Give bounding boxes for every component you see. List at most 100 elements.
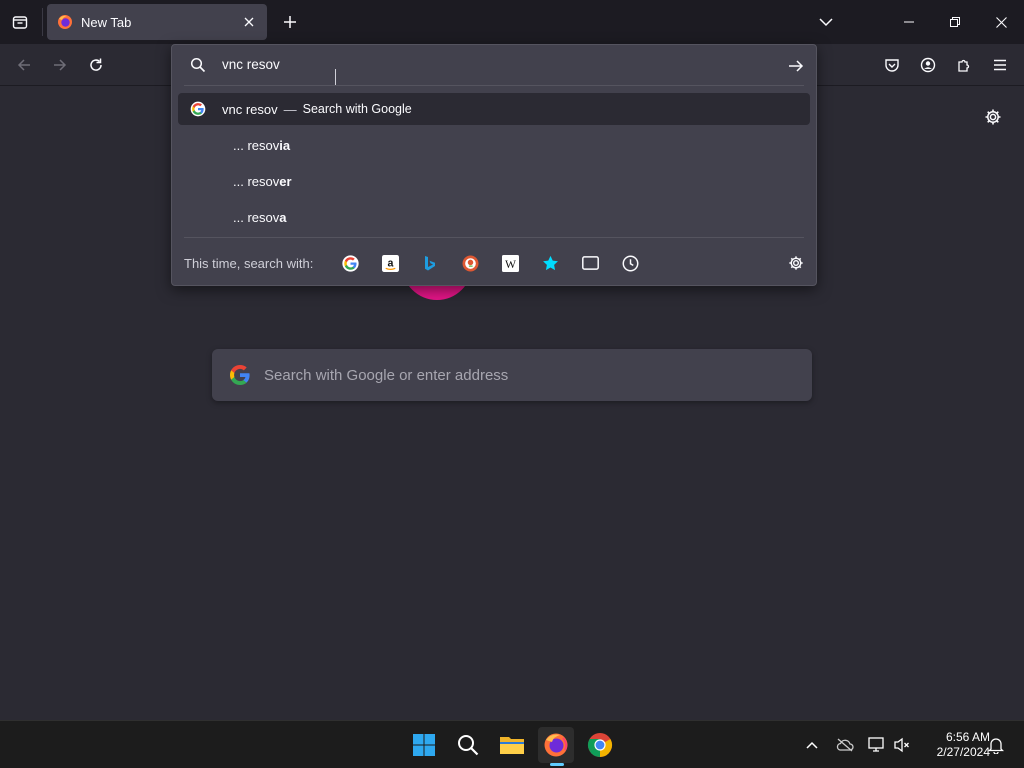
close-window-button[interactable] — [978, 0, 1024, 44]
suggestion-prefix: ... resov — [233, 173, 280, 189]
firefox-taskbar-button[interactable] — [538, 727, 574, 763]
account-button[interactable] — [912, 49, 944, 81]
one-off-search-bar: This time, search with: a W — [172, 245, 816, 281]
result-separator: — — [283, 101, 297, 117]
cloud-offline-icon — [836, 738, 854, 752]
bookmarks-search-button[interactable] — [540, 253, 560, 273]
gear-icon — [789, 256, 803, 270]
suggestion-completion: er — [279, 173, 292, 189]
back-button[interactable] — [8, 49, 40, 81]
search-result-google[interactable]: vnc resov — Search with Google — [178, 93, 810, 125]
bell-icon — [988, 737, 1004, 754]
search-placeholder: Search with Google or enter address — [264, 366, 509, 384]
tab-bar: New Tab — [0, 0, 1024, 44]
clock-time: 6:56 AM — [945, 730, 990, 744]
go-button[interactable] — [784, 55, 808, 77]
urlbar-input-row[interactable]: vnc resov — [172, 45, 816, 85]
account-icon — [920, 57, 936, 73]
amazon-icon: a — [381, 254, 399, 272]
search-suggestion[interactable]: ... resovia — [178, 129, 810, 161]
firefox-view-icon — [12, 16, 28, 29]
windows-start-icon — [413, 734, 435, 756]
minimize-icon — [904, 21, 914, 23]
reload-button[interactable] — [80, 49, 112, 81]
search-settings-button[interactable] — [786, 253, 806, 273]
svg-text:W: W — [504, 257, 515, 270]
google-icon — [341, 254, 359, 272]
forward-button[interactable] — [44, 49, 76, 81]
suggestion-text: ... resovia — [233, 138, 290, 153]
arrow-left-icon — [17, 59, 30, 71]
engine-amazon-button[interactable]: a — [380, 253, 400, 273]
engine-bing-button[interactable] — [420, 253, 440, 273]
file-explorer-icon — [500, 737, 524, 754]
minimize-button[interactable] — [886, 0, 932, 44]
suggestion-text: ... resova — [233, 210, 286, 225]
engine-google-button[interactable] — [340, 253, 360, 273]
chrome-icon — [587, 733, 613, 757]
volume-muted-icon — [894, 737, 909, 753]
extensions-button[interactable] — [948, 49, 980, 81]
arrow-right-icon — [789, 60, 804, 72]
list-all-tabs-button[interactable] — [810, 6, 842, 38]
history-search-button[interactable] — [620, 253, 640, 273]
bing-icon — [425, 255, 435, 270]
suggestion-text: ... resover — [233, 174, 292, 189]
reload-icon — [90, 58, 102, 71]
plus-icon — [284, 16, 296, 28]
suggestion-prefix: ... resov — [233, 137, 280, 153]
windows-taskbar: 6:56 AM 2/27/2024 — [0, 720, 1024, 768]
search-suggestion[interactable]: ... resover — [178, 165, 810, 197]
app-menu-button[interactable] — [984, 49, 1016, 81]
taskbar-search-button[interactable] — [450, 727, 486, 763]
divider — [184, 237, 804, 238]
firefox-view-button[interactable] — [0, 0, 40, 44]
tab-divider — [42, 8, 43, 36]
pocket-button[interactable] — [876, 49, 908, 81]
engine-duckduckgo-button[interactable] — [460, 253, 480, 273]
show-hidden-icons-button[interactable] — [802, 735, 822, 755]
tab-new-tab[interactable]: New Tab — [47, 4, 267, 40]
notifications-button[interactable] — [986, 735, 1006, 755]
google-icon — [230, 365, 250, 385]
newtab-search-box[interactable]: Search with Google or enter address — [212, 349, 812, 401]
taskbar-clock[interactable]: 6:56 AM 2/27/2024 — [918, 730, 990, 760]
divider — [184, 85, 804, 86]
network-icon — [868, 737, 884, 752]
hamburger-menu-icon — [994, 59, 1006, 71]
chrome-taskbar-button[interactable] — [582, 727, 618, 763]
arrow-right-icon — [54, 59, 67, 71]
urlbar-popup: vnc resov vnc resov — Search with Google… — [171, 44, 817, 286]
search-icon — [458, 735, 479, 756]
urlbar-input[interactable]: vnc resov — [222, 57, 280, 72]
svg-text:a: a — [387, 257, 393, 269]
tabs-search-button[interactable] — [580, 253, 600, 273]
close-icon — [995, 16, 1007, 28]
result-action: Search with Google — [302, 102, 412, 116]
volume-tray-button[interactable] — [892, 735, 912, 755]
suggestion-completion: a — [279, 209, 287, 225]
puzzle-icon — [958, 59, 970, 72]
network-tray-button[interactable] — [867, 735, 887, 755]
result-query: vnc resov — [222, 101, 278, 117]
pocket-icon — [885, 59, 899, 72]
newtab-settings-button[interactable] — [980, 104, 1006, 130]
close-tab-button[interactable] — [241, 14, 257, 30]
star-icon — [542, 255, 558, 270]
restore-button[interactable] — [932, 0, 978, 44]
one-off-label: This time, search with: — [184, 256, 314, 271]
tab-title: New Tab — [81, 14, 132, 30]
start-button[interactable] — [406, 727, 442, 763]
search-icon — [190, 57, 206, 73]
engine-wikipedia-button[interactable]: W — [500, 253, 520, 273]
history-icon — [622, 255, 638, 271]
wikipedia-icon: W — [501, 254, 519, 272]
search-suggestion[interactable]: ... resova — [178, 201, 810, 233]
onedrive-tray-button[interactable] — [835, 735, 855, 755]
new-tab-button[interactable] — [276, 8, 304, 36]
duckduckgo-icon — [462, 255, 478, 271]
clock-date: 2/27/2024 — [936, 745, 990, 759]
firefox-icon — [544, 733, 568, 757]
gear-icon — [985, 109, 1001, 125]
file-explorer-button[interactable] — [494, 727, 530, 763]
